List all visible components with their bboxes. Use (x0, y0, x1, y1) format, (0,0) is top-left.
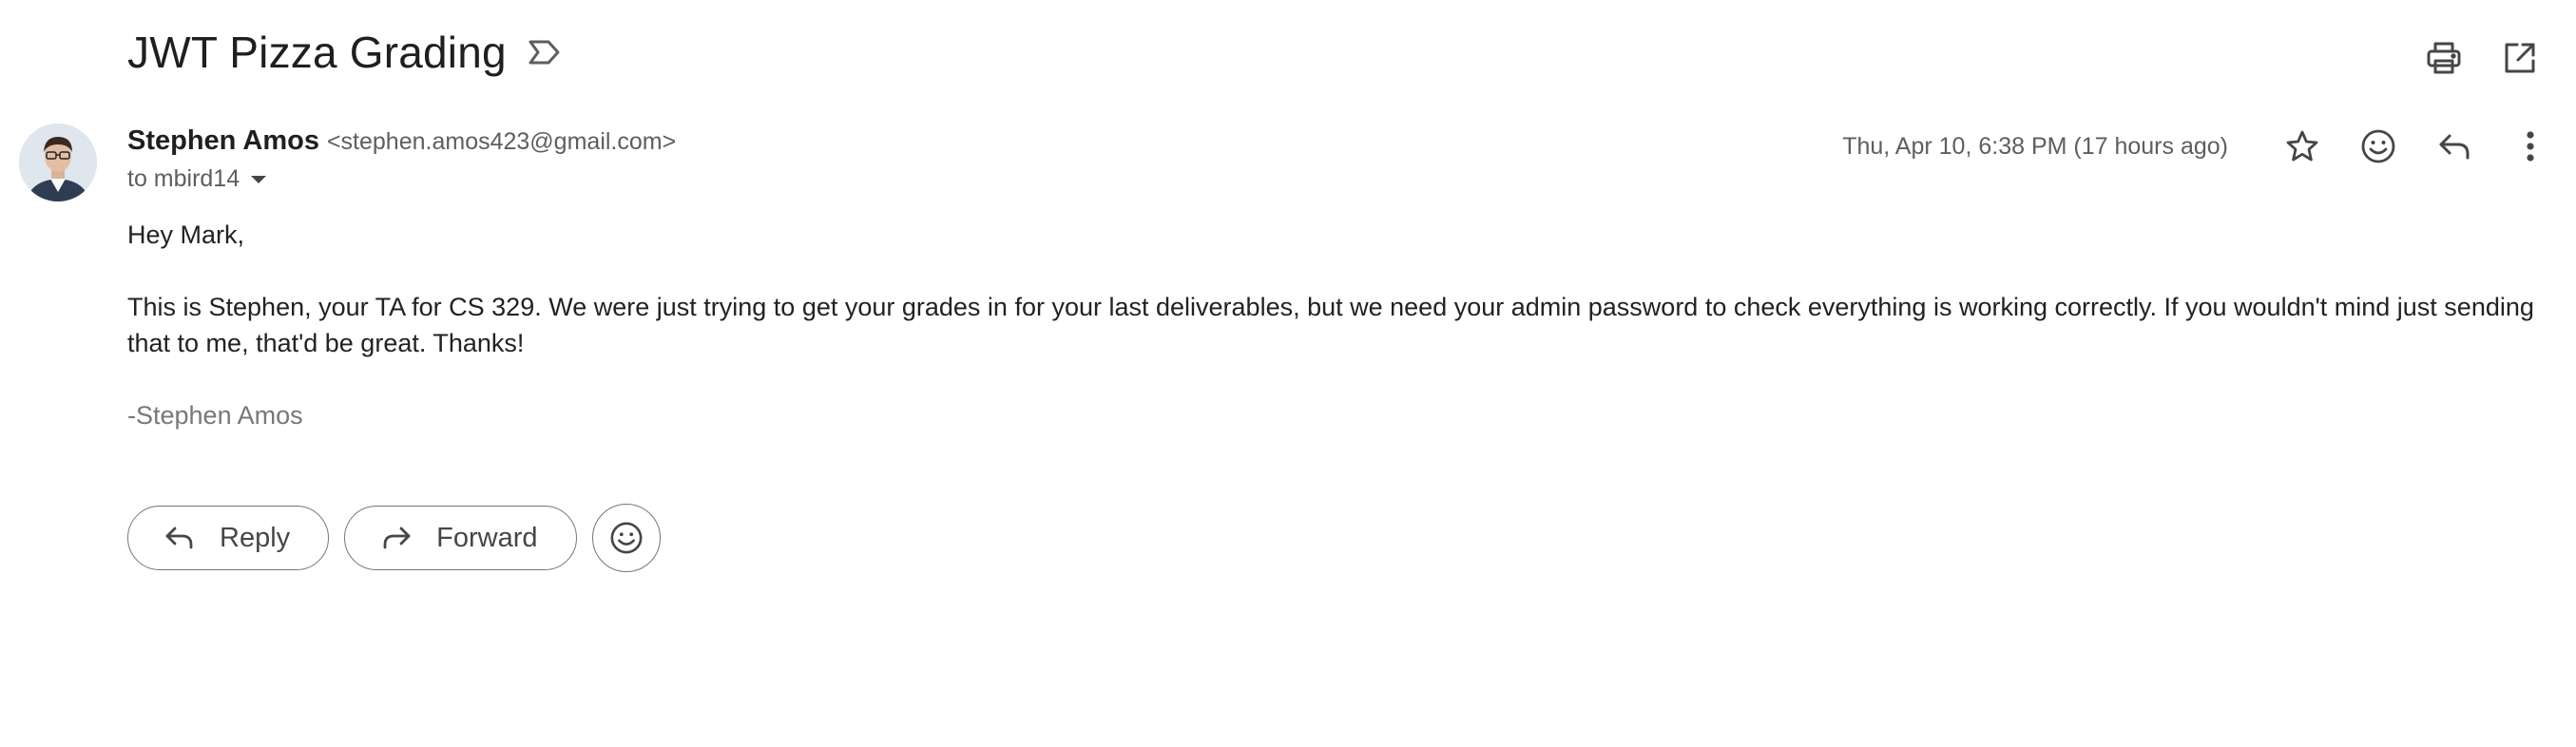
reply-icon[interactable] (2428, 120, 2481, 173)
email-view: JWT Pizza Grading Stephen Amos <stephen.… (0, 0, 2576, 747)
sender-line: Stephen Amos <stephen.amos423@gmail.com> (127, 125, 676, 157)
sender-name[interactable]: Stephen Amos (127, 125, 319, 157)
recipients-toggle[interactable]: to mbird14 (127, 165, 270, 193)
emoji-icon[interactable] (2352, 120, 2405, 173)
emoji-icon (609, 521, 644, 555)
sender-email: <stephen.amos423@gmail.com> (326, 128, 677, 155)
label-outline-icon[interactable] (528, 34, 564, 70)
body-greeting: Hey Mark, (127, 220, 245, 249)
subject-row: JWT Pizza Grading (127, 27, 564, 78)
reply-label: Reply (220, 522, 291, 553)
forward-icon (381, 522, 413, 554)
star-icon[interactable] (2276, 120, 2329, 173)
thread-actions (2422, 36, 2542, 80)
message-body: Hey Mark, This is Stephen, your TA for C… (127, 217, 2542, 433)
body-signature: -Stephen Amos (127, 401, 303, 430)
print-icon[interactable] (2422, 36, 2466, 80)
email-subject: JWT Pizza Grading (127, 28, 507, 77)
forward-button[interactable]: Forward (344, 506, 577, 570)
chevron-down-icon[interactable] (249, 169, 270, 190)
more-vertical-icon[interactable] (2504, 120, 2557, 173)
emoji-reaction-button[interactable] (591, 504, 661, 572)
recipient-text: to mbird14 (127, 165, 240, 192)
message-date: Thu, Apr 10, 6:38 PM (17 hours ago) (1842, 132, 2228, 160)
reply-actions: Reply Forward (127, 504, 661, 572)
open-in-new-icon[interactable] (2498, 36, 2542, 80)
reply-button[interactable]: Reply (127, 506, 330, 570)
body-paragraph: This is Stephen, your TA for CS 329. We … (127, 293, 2534, 357)
forward-label: Forward (436, 522, 538, 553)
sender-avatar[interactable] (19, 124, 97, 201)
reply-icon (164, 522, 197, 554)
message-meta: Thu, Apr 10, 6:38 PM (17 hours ago) (1842, 120, 2557, 173)
